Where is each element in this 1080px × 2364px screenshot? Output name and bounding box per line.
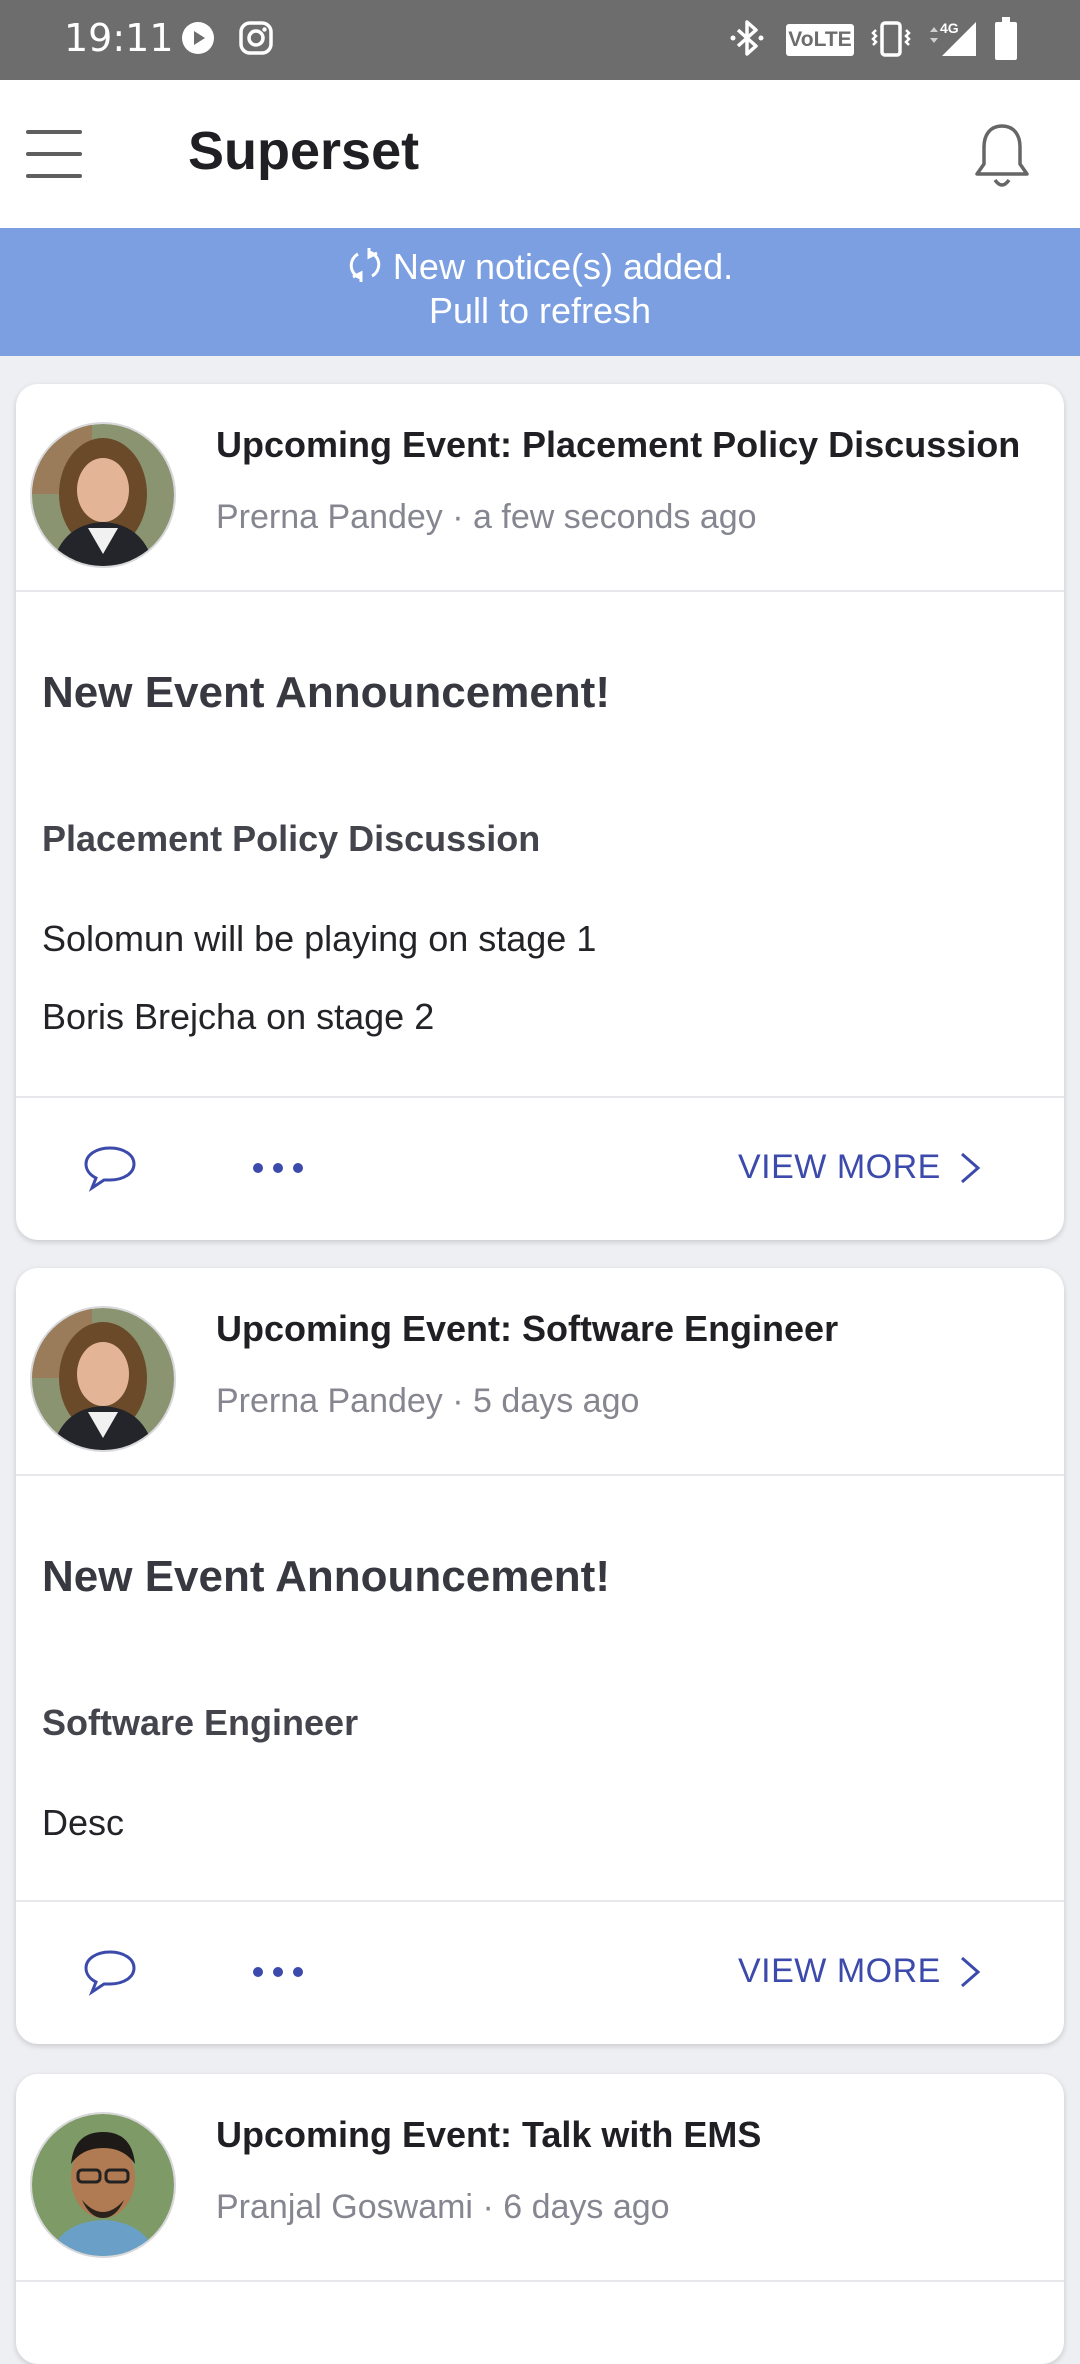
hamburger-menu-icon[interactable] — [24, 124, 84, 184]
refresh-icon — [349, 248, 381, 282]
card-footer: VIEW MORE — [16, 1902, 1064, 2044]
avatar — [30, 422, 176, 568]
card-title: Upcoming Event: Software Engineer — [216, 1308, 839, 1349]
avatar — [30, 2112, 176, 2258]
card-body: New Event Announcement! Software Enginee… — [16, 1476, 1064, 1902]
meta-separator: · — [482, 2188, 494, 2226]
card-meta: Prerna Pandey · 5 days ago — [216, 1382, 639, 1421]
card-meta: Prerna Pandey · a few seconds ago — [216, 498, 757, 537]
comment-icon[interactable] — [82, 1144, 138, 1192]
bluetooth-icon — [730, 20, 764, 56]
notice-line-1: New notice(s) added. — [392, 246, 734, 287]
status-bar: 19:11 VoLTE 4G — [0, 0, 1080, 80]
view-more-button[interactable]: VIEW MORE — [738, 1148, 941, 1187]
announcement-heading: New Event Announcement! — [42, 668, 610, 717]
view-more-button[interactable]: VIEW MORE — [738, 1952, 941, 1991]
card-header: Upcoming Event: Placement Policy Discuss… — [16, 384, 1064, 592]
notice-card[interactable]: Upcoming Event: Talk with EMS Pranjal Go… — [16, 2074, 1064, 2364]
meta-separator: · — [452, 498, 464, 536]
card-meta: Pranjal Goswami · 6 days ago — [216, 2188, 670, 2227]
vibrate-icon — [871, 21, 911, 57]
author-name: Prerna Pandey — [216, 1382, 443, 1420]
body-line: Solomun will be playing on stage 1 — [42, 918, 597, 959]
avatar — [30, 1306, 176, 1452]
play-icon — [182, 22, 214, 54]
event-subject: Placement Policy Discussion — [42, 818, 541, 859]
card-title: Upcoming Event: Placement Policy Discuss… — [216, 424, 1021, 465]
chevron-right-icon[interactable] — [956, 1148, 984, 1188]
event-subject: Software Engineer — [42, 1702, 359, 1743]
body-line: Desc — [42, 1802, 125, 1843]
card-body: New Event Announcement! Placement Policy… — [16, 592, 1064, 1098]
app-bar: Superset — [0, 80, 1080, 228]
volte-badge: VoLTE — [786, 24, 854, 56]
bell-icon[interactable] — [970, 120, 1034, 192]
app-title: Superset — [188, 121, 420, 181]
body-line: Boris Brejcha on stage 2 — [42, 996, 435, 1037]
chevron-right-icon[interactable] — [956, 1952, 984, 1992]
card-header: Upcoming Event: Talk with EMS Pranjal Go… — [16, 2074, 1064, 2282]
status-time: 19:11 — [64, 16, 174, 60]
announcement-heading: New Event Announcement! — [42, 1552, 610, 1601]
new-notice-banner[interactable]: New notice(s) added. Pull to refresh — [0, 228, 1080, 356]
instagram-icon — [239, 21, 273, 55]
notice-card[interactable]: Upcoming Event: Placement Policy Discuss… — [16, 384, 1064, 1240]
signal-icon — [930, 22, 976, 56]
author-name: Prerna Pandey — [216, 498, 443, 536]
comment-icon[interactable] — [82, 1948, 138, 1996]
meta-separator: · — [452, 1382, 464, 1420]
post-time: 5 days ago — [473, 1382, 640, 1420]
author-name: Pranjal Goswami — [216, 2188, 473, 2226]
card-footer: VIEW MORE — [16, 1098, 1064, 1240]
card-header: Upcoming Event: Software Engineer Prerna… — [16, 1268, 1064, 1476]
battery-icon — [995, 17, 1017, 60]
notice-line-2: Pull to refresh — [428, 290, 652, 331]
post-time: a few seconds ago — [473, 498, 757, 536]
notice-card[interactable]: Upcoming Event: Software Engineer Prerna… — [16, 1268, 1064, 2044]
more-horizontal-icon[interactable] — [248, 1954, 308, 1990]
card-title: Upcoming Event: Talk with EMS — [216, 2114, 762, 2155]
more-horizontal-icon[interactable] — [248, 1150, 308, 1186]
post-time: 6 days ago — [503, 2188, 670, 2226]
